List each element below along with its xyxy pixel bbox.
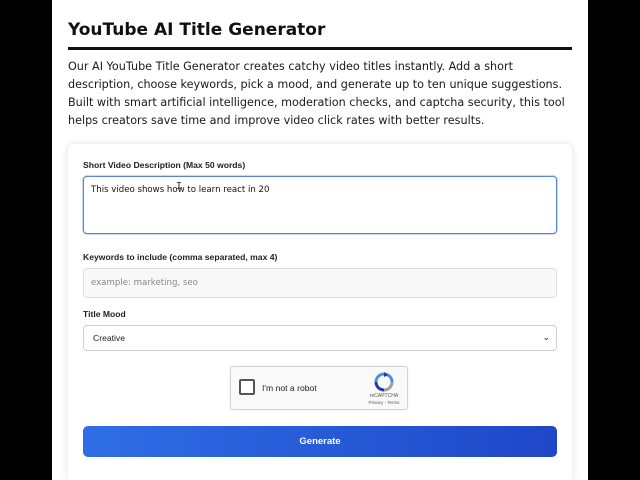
description-textarea[interactable] xyxy=(83,176,557,234)
recaptcha-legal-links[interactable]: Privacy - Terms xyxy=(364,400,404,405)
recaptcha-brand: reCAPTCHA xyxy=(369,393,399,399)
keywords-label: Keywords to include (comma separated, ma… xyxy=(83,252,278,262)
page: YouTube AI Title Generator Our AI YouTub… xyxy=(52,0,588,480)
generator-form: Short Video Description (Max 50 words) K… xyxy=(68,144,572,480)
recaptcha-widget: I'm not a robot reCAPTCHA Privacy - Term… xyxy=(230,366,408,410)
intro-paragraph: Our AI YouTube Title Generator creates c… xyxy=(68,60,565,127)
chevron-down-icon: ⌄ xyxy=(542,332,550,342)
mood-select-value: Creative xyxy=(93,333,125,343)
description-label: Short Video Description (Max 50 words) xyxy=(83,160,246,170)
page-title: YouTube AI Title Generator xyxy=(68,20,572,50)
recaptcha-label: I'm not a robot xyxy=(262,383,317,393)
recaptcha-logo-icon xyxy=(374,372,394,392)
recaptcha-checkbox[interactable] xyxy=(239,379,255,395)
mood-label: Title Mood xyxy=(83,309,126,319)
text-cursor-icon: I xyxy=(176,181,183,192)
mood-select[interactable]: Creative ⌄ xyxy=(83,325,557,351)
keywords-input[interactable] xyxy=(83,268,557,298)
generate-button[interactable]: Generate xyxy=(83,426,557,457)
